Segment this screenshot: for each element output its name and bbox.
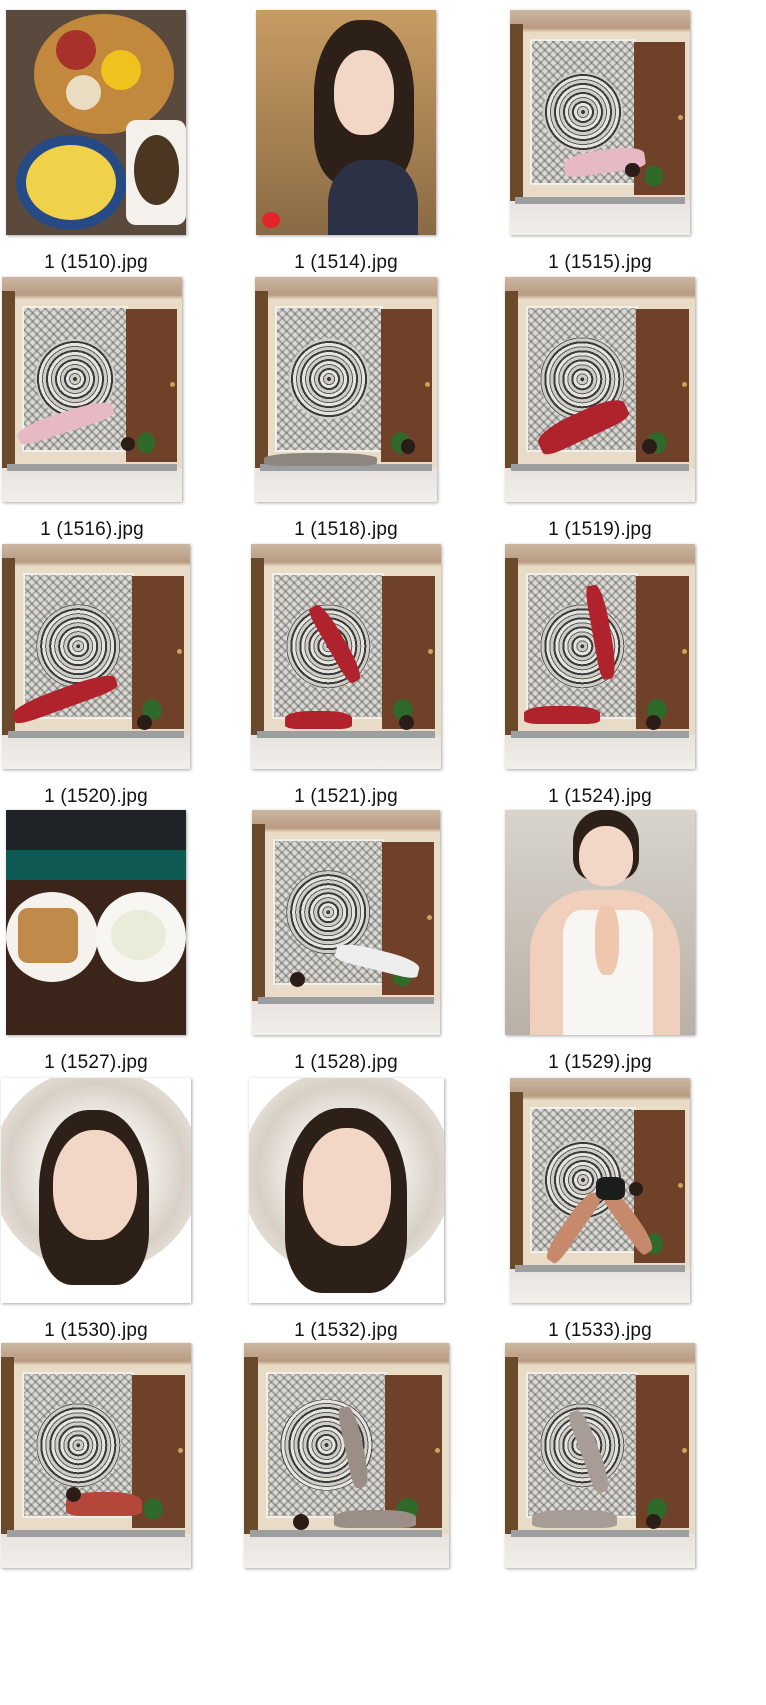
image-thumbnail[interactable] [251,544,441,769]
image-thumbnail[interactable] [255,277,437,502]
file-tile[interactable]: 1 (1527).jpg [0,800,206,1080]
image-thumbnail[interactable] [505,544,695,769]
image-thumbnail[interactable] [243,1343,449,1568]
file-tile[interactable]: 1 (1524).jpg [490,534,710,814]
file-tile[interactable]: 1 (1520).jpg [0,534,206,814]
image-thumbnail[interactable] [510,1078,690,1303]
image-thumbnail[interactable] [256,10,436,235]
file-tile[interactable]: 1 (1529).jpg [490,800,710,1080]
file-tile[interactable]: 1 (1521).jpg [236,534,456,814]
image-thumbnail[interactable] [6,810,186,1035]
image-thumbnail[interactable] [1,1343,191,1568]
image-thumbnail[interactable] [252,810,440,1035]
image-thumbnail[interactable] [510,10,690,235]
file-tile[interactable]: 1 (1516).jpg [0,267,202,547]
file-tile[interactable]: 1 (1515).jpg [490,0,710,280]
file-tile[interactable]: 1 (1532).jpg [236,1068,456,1348]
file-tile[interactable]: 1 (1514).jpg [236,0,456,280]
file-tile[interactable] [236,1333,456,1613]
file-tile[interactable]: 1 (1518).jpg [236,267,456,547]
file-thumbnail-grid: 1 (1510).jpg 1 (1514).jpg 1 (1515).jpg 1… [0,0,766,1705]
image-thumbnail[interactable] [1,1078,191,1303]
file-tile[interactable]: 1 (1519).jpg [490,267,710,547]
image-thumbnail[interactable] [2,277,182,502]
image-thumbnail[interactable] [505,277,695,502]
file-tile[interactable]: 1 (1530).jpg [0,1068,206,1348]
file-tile[interactable]: 1 (1528).jpg [236,800,456,1080]
image-thumbnail[interactable] [248,1078,444,1303]
file-tile[interactable] [490,1333,710,1613]
file-tile[interactable] [0,1333,206,1613]
file-tile[interactable]: 1 (1510).jpg [0,0,206,280]
image-thumbnail[interactable] [505,1343,695,1568]
image-thumbnail[interactable] [505,810,695,1035]
image-thumbnail[interactable] [2,544,190,769]
file-tile[interactable]: 1 (1533).jpg [490,1068,710,1348]
image-thumbnail[interactable] [6,10,186,235]
